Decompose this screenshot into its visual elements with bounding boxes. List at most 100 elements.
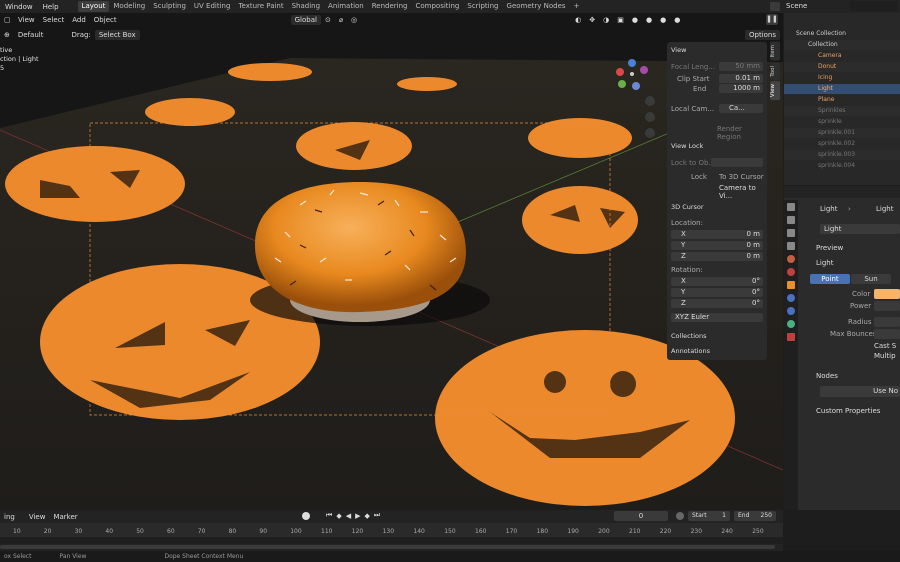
- play-reverse-icon[interactable]: ◀: [344, 512, 353, 520]
- tab-compositing[interactable]: Compositing: [411, 1, 463, 12]
- clock-icon[interactable]: [676, 512, 684, 520]
- overlay-toggle-icon[interactable]: ◑: [599, 16, 613, 24]
- jump-end-icon[interactable]: ⏭: [372, 511, 382, 520]
- to-3d-cursor-checkbox[interactable]: To 3D Cursor: [719, 173, 764, 181]
- cursor-rotation-y[interactable]: Y 0°: [671, 288, 763, 297]
- pivot-icon[interactable]: ⊙: [321, 16, 335, 24]
- snap-icon[interactable]: ⌀: [335, 16, 347, 24]
- timeline-menu-view[interactable]: View: [25, 513, 50, 521]
- focal-length-field[interactable]: 50 mm: [719, 62, 763, 71]
- shading-solid-icon[interactable]: ●: [642, 16, 656, 24]
- tab-animation[interactable]: Animation: [324, 1, 368, 12]
- current-frame-field[interactable]: 0: [614, 511, 668, 521]
- prev-keyframe-icon[interactable]: ◆: [334, 512, 343, 520]
- tab-scripting[interactable]: Scripting: [463, 1, 502, 12]
- tab-rendering[interactable]: Rendering: [368, 1, 412, 12]
- timeline-track[interactable]: [0, 537, 783, 544]
- preview-header[interactable]: Preview: [816, 244, 843, 252]
- tab-uv-editing[interactable]: UV Editing: [190, 1, 235, 12]
- menu-window[interactable]: Window: [0, 3, 38, 11]
- viewport-menu-select[interactable]: Select: [39, 16, 69, 24]
- outliner-item-light[interactable]: Light: [784, 84, 900, 94]
- use-nodes-button[interactable]: Use No: [820, 386, 900, 397]
- orientation-dropdown[interactable]: Default: [14, 31, 48, 39]
- cursor-location-y[interactable]: Y 0 m: [671, 241, 763, 250]
- tab-modeling[interactable]: Modeling: [109, 1, 149, 12]
- world-tab-icon[interactable]: [787, 268, 795, 276]
- play-icon[interactable]: ▶: [353, 512, 362, 520]
- outliner-item-icing[interactable]: Icing: [784, 73, 900, 83]
- viewport-menu-add[interactable]: Add: [68, 16, 90, 24]
- shading-rendered-icon[interactable]: ●: [670, 16, 684, 24]
- light-data-name-field[interactable]: Light: [820, 224, 900, 234]
- render-tab-icon[interactable]: [787, 216, 795, 224]
- texture-tab-icon[interactable]: [787, 333, 795, 341]
- output-tab-icon[interactable]: [787, 229, 795, 237]
- editor-type-icon[interactable]: ▢: [0, 16, 14, 24]
- transform-orientation-dropdown[interactable]: Global: [290, 15, 321, 25]
- annotations-header[interactable]: Annotations: [671, 347, 710, 355]
- multiple-importance-checkbox[interactable]: Multip: [874, 352, 896, 360]
- cursor-location-x[interactable]: X 0 m: [671, 230, 763, 239]
- physics-tab-icon[interactable]: [787, 294, 795, 302]
- shading-material-icon[interactable]: ●: [656, 16, 670, 24]
- light-data-tab-icon[interactable]: [787, 320, 795, 328]
- xray-icon[interactable]: ▣: [613, 16, 628, 24]
- object-tab-icon[interactable]: [787, 281, 795, 289]
- timeline-menu-playback[interactable]: ing: [0, 513, 19, 521]
- clip-end-field[interactable]: 1000 m: [719, 84, 763, 93]
- constraints-tab-icon[interactable]: [787, 307, 795, 315]
- outliner-sprinkle-2[interactable]: sprinkle.002: [784, 139, 900, 149]
- camera-to-view-checkbox[interactable]: Camera to Vi...: [719, 184, 767, 200]
- lock-to-object-field[interactable]: [711, 158, 763, 167]
- outliner-sprinkle-4[interactable]: sprinkle.004: [784, 161, 900, 171]
- cursor-location-z[interactable]: Z 0 m: [671, 252, 763, 261]
- scene-tab-icon[interactable]: [787, 255, 795, 263]
- outliner-item-plane[interactable]: Plane: [784, 95, 900, 105]
- light-type-point-button[interactable]: Point: [810, 274, 850, 284]
- outliner-sprinkle-3[interactable]: sprinkle.003: [784, 150, 900, 160]
- tab-layout[interactable]: Layout: [77, 1, 110, 12]
- view-layer-tab-icon[interactable]: [787, 242, 795, 250]
- outliner-sprinkle-0[interactable]: sprinkle: [784, 117, 900, 127]
- light-header[interactable]: Light: [816, 259, 833, 267]
- custom-properties-header[interactable]: Custom Properties: [816, 407, 880, 415]
- light-color-swatch[interactable]: [874, 289, 900, 299]
- record-icon[interactable]: [302, 512, 310, 520]
- viewport-menu-object[interactable]: Object: [90, 16, 121, 24]
- next-keyframe-icon[interactable]: ◆: [362, 512, 371, 520]
- outliner-collection[interactable]: Collection: [784, 40, 900, 50]
- local-camera-field[interactable]: Ca...: [719, 104, 763, 113]
- 3d-cursor-header[interactable]: 3D Cursor: [671, 203, 704, 211]
- shading-wireframe-icon[interactable]: ●: [628, 16, 642, 24]
- tab-tool[interactable]: Tool: [770, 62, 780, 80]
- cast-shadow-checkbox[interactable]: Cast S: [874, 342, 896, 350]
- cursor-rotation-z[interactable]: Z 0°: [671, 299, 763, 308]
- power-field[interactable]: [874, 301, 900, 311]
- scene-icon[interactable]: [770, 2, 780, 11]
- render-region-checkbox[interactable]: Render Region: [717, 125, 767, 141]
- outliner-sprinkle-1[interactable]: sprinkle.001: [784, 128, 900, 138]
- tab-geometry-nodes[interactable]: Geometry Nodes: [503, 1, 570, 12]
- scene-name[interactable]: Scene: [786, 2, 807, 10]
- radius-field[interactable]: [874, 317, 900, 327]
- tab-item[interactable]: Item: [770, 42, 780, 61]
- add-workspace-button[interactable]: +: [570, 1, 584, 12]
- start-frame-field[interactable]: Start 1: [688, 511, 730, 521]
- view-section-header[interactable]: View: [671, 46, 686, 54]
- 3d-viewport[interactable]: [0, 13, 783, 510]
- outliner-item-donut[interactable]: Donut: [784, 62, 900, 72]
- proportional-edit-icon[interactable]: ◎: [347, 16, 361, 24]
- jump-start-icon[interactable]: ⏮: [324, 511, 334, 520]
- cursor-rotation-x[interactable]: X 0°: [671, 277, 763, 286]
- tab-shading[interactable]: Shading: [288, 1, 324, 12]
- drag-select-dropdown[interactable]: Select Box: [94, 30, 140, 40]
- outliner-item-camera[interactable]: Camera: [784, 51, 900, 61]
- gizmo-toggle-icon[interactable]: ✥: [585, 16, 599, 24]
- timeline-menu-marker[interactable]: Marker: [49, 513, 81, 521]
- viewport-menu-view[interactable]: View: [14, 16, 39, 24]
- timeline-scrollbar[interactable]: [0, 545, 775, 549]
- tab-sculpting[interactable]: Sculpting: [149, 1, 190, 12]
- outliner-scene-collection[interactable]: Scene Collection: [784, 29, 900, 39]
- search-icon[interactable]: [850, 1, 898, 11]
